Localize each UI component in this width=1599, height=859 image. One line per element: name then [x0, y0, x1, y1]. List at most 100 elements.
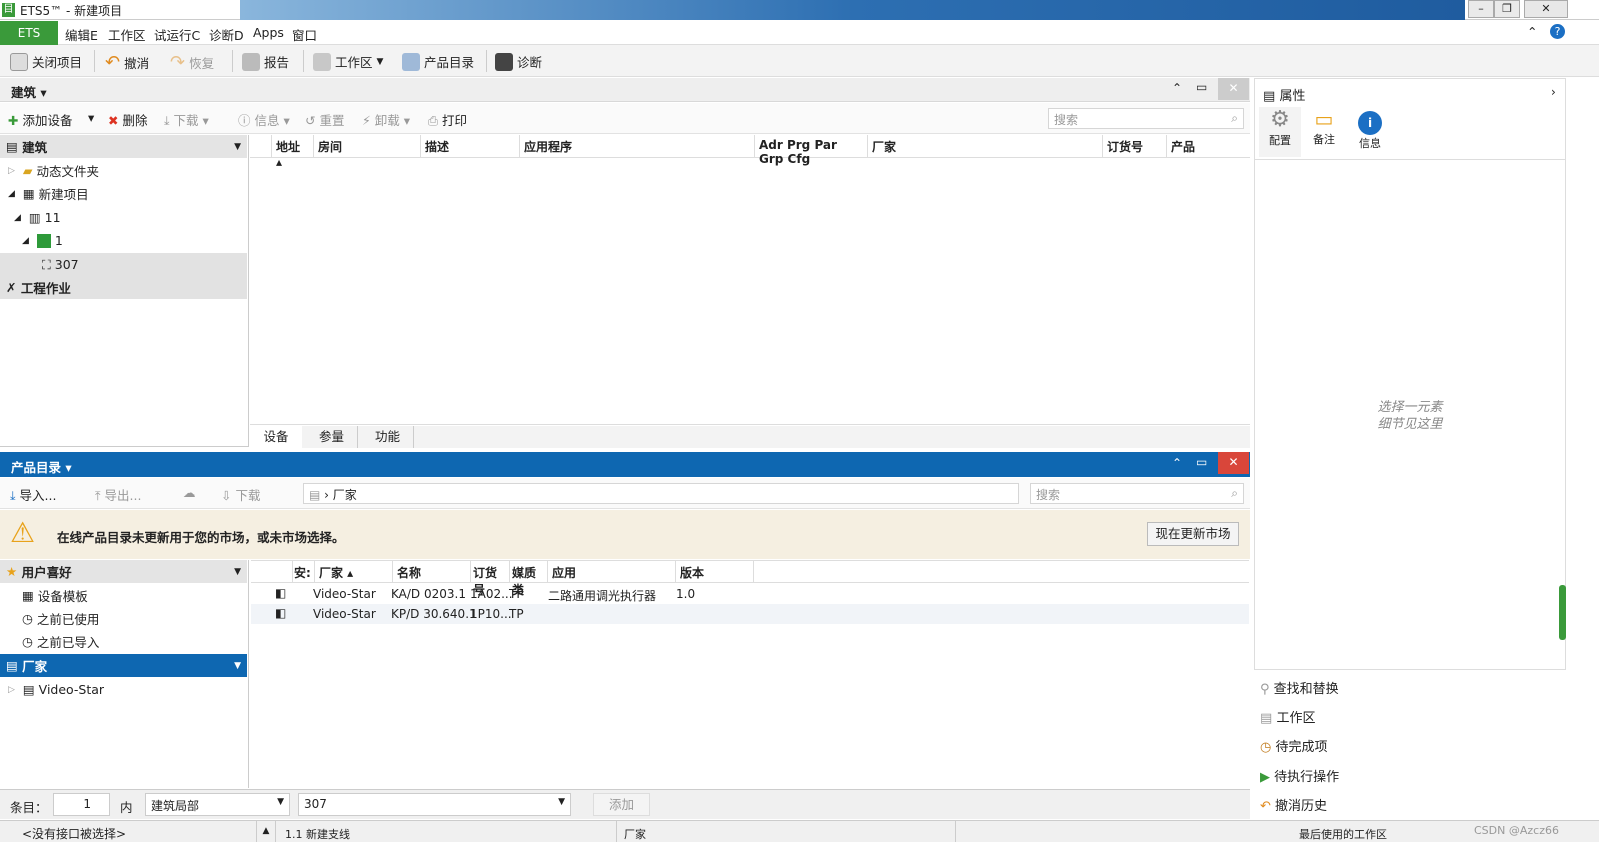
building-panel-title[interactable]: 建筑 ▾ — [11, 82, 47, 101]
tree-item-floor-1[interactable]: ◢ 1 — [0, 229, 247, 252]
catalog-breadcrumb[interactable]: ▤ › 厂家 — [303, 483, 1019, 504]
scope-select[interactable]: 建筑局部 ▼ — [145, 793, 290, 816]
tree-label: 1 — [54, 233, 63, 248]
properties-scrollbar[interactable] — [1559, 585, 1566, 640]
catalog-search-input[interactable]: 搜索 ⌕ — [1030, 483, 1244, 504]
maximize-panel-icon[interactable]: ▭ — [1196, 80, 1207, 94]
redo-button[interactable]: ↷ 恢复 — [170, 52, 214, 73]
tree-item-dynamic-folder[interactable]: ▷ ▰ 动态文件夹 — [0, 159, 247, 182]
help-icon[interactable]: ? — [1550, 24, 1565, 39]
column-flags[interactable]: Adr Prg Par Grp Cfg — [755, 135, 868, 166]
menu-diagnostics[interactable]: 诊断D — [209, 25, 244, 44]
chevron-down-icon: ▼ — [234, 566, 241, 577]
menu-commissioning[interactable]: 试运行C — [154, 25, 200, 44]
offline-cloud-icon[interactable]: ☁ — [183, 485, 196, 500]
menu-bar: ETS 编辑E 工作区 试运行C 诊断D Apps 窗口 ⌃ ? — [0, 21, 1599, 45]
column-room[interactable]: 房间 — [314, 135, 421, 157]
column-description[interactable]: 描述 — [421, 135, 520, 157]
maximize-panel-icon[interactable]: ▭ — [1196, 455, 1207, 469]
export-button[interactable]: ⤒ 导出... — [95, 485, 141, 504]
status-expand-icon[interactable]: ▲ — [256, 821, 276, 842]
column-manufacturer[interactable]: 厂家 ▴ — [315, 561, 393, 583]
column-application[interactable]: 应用程序 — [520, 135, 755, 157]
menu-workspace[interactable]: 工作区 — [108, 25, 146, 44]
catalog-download-button[interactable]: ⇩ 下载 — [221, 485, 260, 504]
tab-devices[interactable]: 设备 — [250, 426, 302, 448]
update-market-button[interactable]: 现在更新市场 — [1147, 522, 1239, 546]
tree-item-building-11[interactable]: ◢ ▥ 11 — [0, 206, 247, 229]
favorites-header[interactable]: ★ 用户喜好 ▼ — [0, 560, 247, 583]
maximize-button[interactable]: ❐ — [1494, 0, 1520, 18]
building-search-input[interactable]: 搜索 ⌕ — [1048, 108, 1244, 129]
menu-apps[interactable]: Apps — [253, 25, 284, 40]
column-installed[interactable]: 安: — [293, 561, 315, 583]
workspace-link[interactable]: ▤ 工作区 — [1260, 707, 1315, 726]
manufacturer-header[interactable]: ▤ 厂家 ▼ — [0, 654, 247, 677]
column-address[interactable]: 地址 ▴ — [272, 135, 314, 169]
menu-edit[interactable]: 编辑E — [65, 25, 98, 44]
cloud-download-icon: ⇩ — [221, 488, 232, 503]
catalog-panel-title[interactable]: 产品目录 ▾ — [11, 457, 72, 476]
unload-button[interactable]: ⚡ 卸载 ▾ — [362, 110, 410, 129]
tab-functions[interactable]: 功能 — [362, 426, 414, 448]
column-order-number[interactable]: 订货号 — [471, 561, 510, 597]
column-application[interactable]: 应用 — [548, 561, 676, 583]
table-row[interactable]: ◧ Video-Star KA/D 0203.1 1A02... TP 二路通用… — [251, 584, 1249, 604]
ets-menu[interactable]: ETS — [0, 21, 58, 45]
todo-link[interactable]: ◷ 待完成项 — [1260, 736, 1328, 755]
expand-panel-icon[interactable]: › — [1551, 85, 1556, 99]
close-panel-icon[interactable]: ✕ — [1218, 78, 1249, 100]
add-device-button[interactable]: ✚ 添加设备 — [8, 110, 72, 129]
minimize-button[interactable]: – — [1468, 0, 1494, 18]
tab-info[interactable]: i 信息 — [1349, 107, 1391, 157]
location-select[interactable]: 307 ▼ — [298, 793, 571, 816]
close-window-button[interactable]: ✕ — [1524, 0, 1568, 18]
column-version[interactable]: 版本 — [676, 561, 754, 583]
tab-notes[interactable]: ▭ 备注 — [1303, 107, 1345, 157]
menu-window[interactable]: 窗口 — [292, 25, 317, 44]
product-catalog-button[interactable]: 产品目录 — [402, 52, 474, 71]
table-row[interactable]: ◧ Video-Star KP/D 30.640.1 1P10... TP — [251, 604, 1249, 624]
download-button[interactable]: ⤓ 下载 ▾ — [164, 110, 209, 129]
tab-parameters[interactable]: 参量 — [306, 426, 358, 448]
column-name[interactable]: 名称 — [393, 561, 471, 583]
tree-item-trades[interactable]: ✗ 工程作业 — [0, 276, 247, 299]
delete-button[interactable]: ✖ 删除 — [108, 110, 147, 129]
collapse-panel-icon[interactable]: ⌃ — [1172, 81, 1182, 95]
close-panel-icon[interactable]: ✕ — [1218, 452, 1249, 474]
column-select[interactable] — [251, 561, 293, 583]
tab-config[interactable]: ⚙ 配置 — [1259, 107, 1301, 157]
collapse-panel-icon[interactable]: ⌃ — [1172, 456, 1182, 470]
print-button[interactable]: ⎙ 打印 — [428, 110, 467, 129]
column-product[interactable]: 产品 — [1167, 135, 1250, 157]
add-device-dropdown-icon[interactable]: ▾ — [88, 110, 94, 125]
info-button[interactable]: ⓘ 信息 ▾ — [238, 110, 290, 129]
column-medium[interactable]: 媒质类 — [510, 561, 548, 597]
expand-icon: ▷ — [8, 165, 15, 176]
undo-history-link[interactable]: ↶ 撤消历史 — [1260, 795, 1327, 814]
tree-item-room-307[interactable]: ⛶ 307 — [0, 253, 247, 276]
interface-status[interactable]: <没有接口被选择> — [22, 825, 126, 842]
workspace-button[interactable]: 工作区 ▼ — [313, 52, 383, 71]
column-manufacturer[interactable]: 厂家 — [868, 135, 1103, 157]
find-replace-link[interactable]: ⚲ 查找和替换 — [1260, 678, 1339, 697]
reset-button[interactable]: ↺ 重置 — [305, 110, 344, 129]
items-count-stepper[interactable]: 1 — [53, 793, 110, 816]
column-select[interactable] — [250, 135, 272, 157]
manufacturer-video-star[interactable]: ▷ ▤ Video-Star — [0, 678, 247, 701]
tree-header-building[interactable]: ▤ 建筑 ▼ — [0, 135, 247, 158]
undo-button[interactable]: ↶ 撤消 — [105, 52, 149, 73]
unload-icon: ⚡ — [362, 113, 371, 128]
favorite-recently-imported[interactable]: ◷ 之前已导入 — [0, 630, 247, 653]
pending-operations-link[interactable]: ▶ 待执行操作 — [1260, 766, 1339, 785]
favorite-recently-used[interactable]: ◷ 之前已使用 — [0, 607, 247, 630]
close-project-button[interactable]: 关闭项目 — [10, 52, 82, 71]
diagnostics-button[interactable]: 诊断 — [495, 52, 542, 71]
report-button[interactable]: 报告 — [242, 52, 289, 71]
collapse-ribbon-icon[interactable]: ⌃ — [1527, 24, 1537, 39]
import-button[interactable]: ⤓ 导入... — [10, 485, 56, 504]
column-order-number[interactable]: 订货号 — [1103, 135, 1167, 157]
favorite-device-templates[interactable]: ▦ 设备模板 — [0, 584, 247, 607]
add-product-button[interactable]: 添加 — [593, 793, 650, 816]
tree-item-project[interactable]: ◢ ▦ 新建项目 — [0, 182, 247, 205]
